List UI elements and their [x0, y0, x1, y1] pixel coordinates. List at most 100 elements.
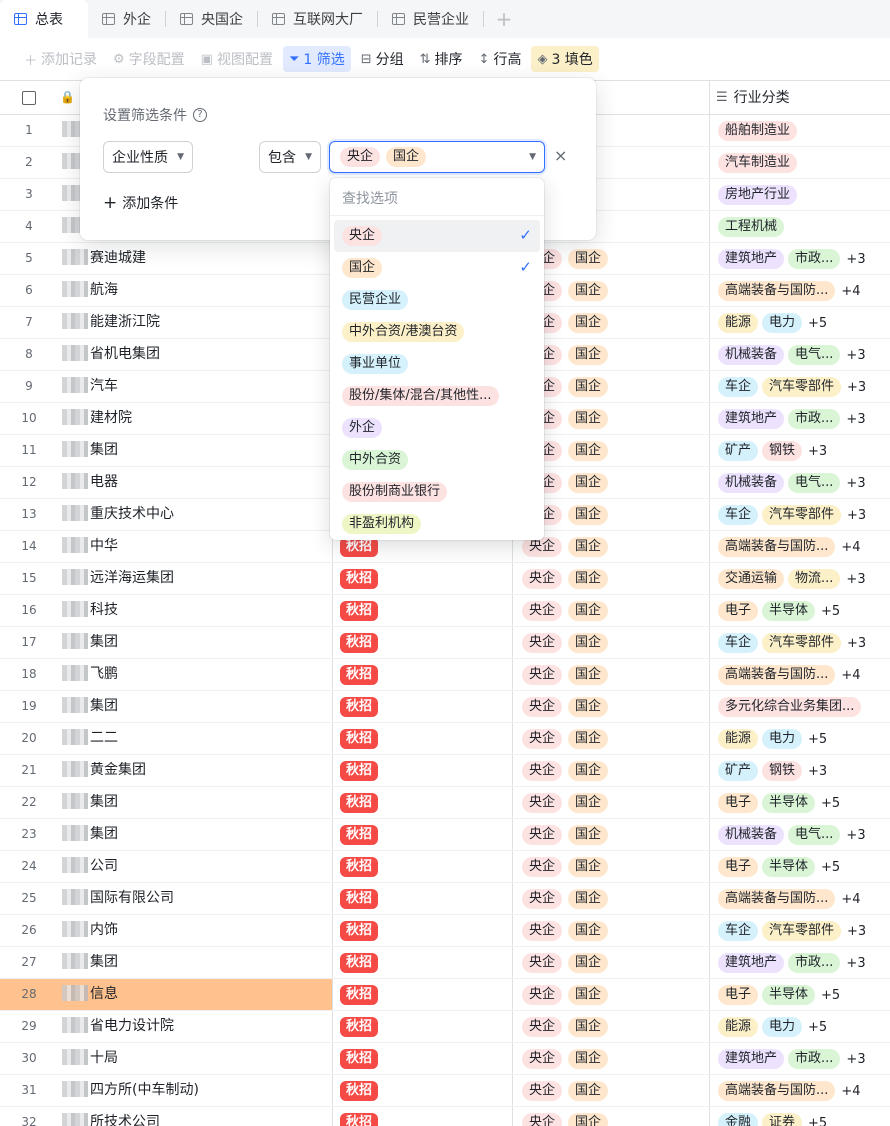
company-name-cell[interactable]: 汽车	[58, 371, 332, 402]
company-name-cell[interactable]: 黄金集团	[58, 755, 332, 786]
add-condition-button[interactable]: + 添加条件	[103, 193, 178, 213]
industry-cell[interactable]: 能源 电力 +5	[718, 313, 827, 333]
company-nature-cell[interactable]: 央企国企	[522, 985, 609, 1005]
company-nature-cell[interactable]: 央企国企	[522, 665, 609, 685]
table-row[interactable]: 24 公司 秋招 央企 国企 电子 半导体 +5	[0, 851, 890, 883]
option-item[interactable]: 非盈利机构	[334, 508, 540, 540]
recruit-status-cell[interactable]: 秋招	[340, 697, 379, 717]
company-nature-cell[interactable]: 央企国企	[522, 633, 609, 653]
company-name-cell[interactable]: 四方所(中车制动)	[58, 1075, 332, 1106]
option-item[interactable]: 民营企业	[334, 284, 540, 316]
recruit-status-cell[interactable]: 秋招	[340, 1017, 379, 1037]
industry-cell[interactable]: 高端装备与国防... +4	[718, 665, 861, 685]
industry-cell[interactable]: 机械装备 电气... +3	[718, 473, 866, 493]
company-nature-cell[interactable]: 央企国企	[522, 697, 609, 717]
field-config-button[interactable]: ⚙ 字段配置	[107, 46, 191, 72]
table-row[interactable]: 23 集团 秋招 央企 国企 机械装备 电气... +3	[0, 819, 890, 851]
industry-cell[interactable]: 电子 半导体 +5	[718, 601, 840, 621]
table-row[interactable]: 16 科技 秋招 央企 国企 电子 半导体 +5	[0, 595, 890, 627]
industry-cell[interactable]: 高端装备与国防... +4	[718, 281, 861, 301]
company-name-cell[interactable]: 远洋海运集团	[58, 563, 332, 594]
table-row[interactable]: 19 集团 秋招 央企 国企 多元化综合业务集团...	[0, 691, 890, 723]
table-row[interactable]: 26 内饰 秋招 央企 国企 车企 汽车零部件 +3	[0, 915, 890, 947]
table-row[interactable]: 28 信息 秋招 央企 国企 电子 半导体 +5	[0, 979, 890, 1011]
company-nature-cell[interactable]: 央企国企	[522, 857, 609, 877]
recruit-status-cell[interactable]: 秋招	[340, 825, 379, 845]
industry-cell[interactable]: 车企 汽车零部件 +3	[718, 505, 866, 525]
industry-cell[interactable]: 机械装备 电气... +3	[718, 825, 866, 845]
tab-internet[interactable]: 互联网大厂	[258, 0, 377, 38]
industry-cell[interactable]: 机械装备 电气... +3	[718, 345, 866, 365]
company-name-cell[interactable]: 中华	[58, 531, 332, 562]
industry-cell[interactable]: 房地产行业	[718, 185, 798, 205]
table-row[interactable]: 21 黄金集团 秋招 央企 国企 矿产 钢铁 +3	[0, 755, 890, 787]
industry-cell[interactable]: 汽车制造业	[718, 153, 798, 173]
recruit-status-cell[interactable]: 秋招	[340, 665, 379, 685]
industry-cell[interactable]: 电子 半导体 +5	[718, 857, 840, 877]
option-search-input[interactable]: 查找选项	[330, 178, 544, 216]
industry-cell[interactable]: 电子 半导体 +5	[718, 793, 840, 813]
remove-condition-icon[interactable]: ×	[554, 146, 567, 165]
add-view-button[interactable]: +	[484, 0, 524, 38]
option-item[interactable]: 股份制商业银行	[334, 476, 540, 508]
industry-cell[interactable]: 车企 汽车零部件 +3	[718, 377, 866, 397]
company-name-cell[interactable]: 公司	[58, 851, 332, 882]
company-name-cell[interactable]: 十局	[58, 1043, 332, 1074]
table-row[interactable]: 15 远洋海运集团 秋招 央企 国企 交通运输 物流... +3	[0, 563, 890, 595]
industry-cell[interactable]: 高端装备与国防... +4	[718, 1081, 861, 1101]
company-name-cell[interactable]: 集团	[58, 819, 332, 850]
company-nature-cell[interactable]: 央企国企	[522, 1081, 609, 1101]
company-nature-cell[interactable]: 央企国企	[522, 1113, 609, 1126]
option-item[interactable]: 央企 ✓	[334, 220, 540, 252]
filter-button[interactable]: ⏷ 1 筛选	[282, 46, 351, 72]
industry-cell[interactable]: 能源 电力 +5	[718, 1017, 827, 1037]
row-height-button[interactable]: ↕ 行高	[473, 46, 528, 72]
recruit-status-cell[interactable]: 秋招	[340, 889, 379, 909]
industry-cell[interactable]: 建筑地产 市政... +3	[718, 1049, 866, 1069]
industry-cell[interactable]: 建筑地产 市政... +3	[718, 409, 866, 429]
company-name-cell[interactable]: 集团	[58, 627, 332, 658]
company-nature-cell[interactable]: 央企国企	[522, 761, 609, 781]
company-nature-cell[interactable]: 央企国企	[522, 793, 609, 813]
table-row[interactable]: 20 二二 秋招 央企 国企 能源 电力 +5	[0, 723, 890, 755]
table-row[interactable]: 31 四方所(中车制动) 秋招 央企 国企 高端装备与国防... +4	[0, 1075, 890, 1107]
recruit-status-cell[interactable]: 秋招	[340, 793, 379, 813]
industry-cell[interactable]: 高端装备与国防... +4	[718, 537, 861, 557]
company-name-cell[interactable]: 内饰	[58, 915, 332, 946]
option-item[interactable]: 国企 ✓	[334, 252, 540, 284]
fill-color-button[interactable]: ◈ 3 填色	[531, 46, 599, 72]
table-row[interactable]: 30 十局 秋招 央企 国企 建筑地产 市政... +3	[0, 1043, 890, 1075]
company-name-cell[interactable]: 省电力设计院	[58, 1011, 332, 1042]
table-row[interactable]: 32 所技术公司 秋招 央企 国企 金融 证券 +5	[0, 1107, 890, 1126]
company-nature-cell[interactable]: 央企国企	[522, 601, 609, 621]
company-name-cell[interactable]: 赛迪城建	[58, 243, 332, 274]
industry-cell[interactable]: 车企 汽车零部件 +3	[718, 921, 866, 941]
industry-cell[interactable]: 矿产 钢铁 +3	[718, 441, 827, 461]
recruit-status-cell[interactable]: 秋招	[340, 729, 379, 749]
company-name-cell[interactable]: 集团	[58, 691, 332, 722]
recruit-status-cell[interactable]: 秋招	[340, 537, 379, 557]
option-item[interactable]: 中外合资/港澳台资	[334, 316, 540, 348]
tab-all[interactable]: 总表	[0, 0, 88, 38]
industry-cell[interactable]: 电子 半导体 +5	[718, 985, 840, 1005]
view-config-button[interactable]: ▣ 视图配置	[195, 46, 279, 72]
tab-private[interactable]: 民营企业	[378, 0, 483, 38]
option-item[interactable]: 事业单位	[334, 348, 540, 380]
filter-field-select[interactable]: 企业性质 ▼	[103, 141, 193, 173]
table-row[interactable]: 27 集团 秋招 央企 国企 建筑地产 市政... +3	[0, 947, 890, 979]
sort-button[interactable]: ⇅ 排序	[414, 46, 469, 72]
company-name-cell[interactable]: 所技术公司	[58, 1107, 332, 1126]
recruit-status-cell[interactable]: 秋招	[340, 921, 379, 941]
industry-cell[interactable]: 工程机械	[718, 217, 785, 237]
add-record-button[interactable]: ＋添加记录	[18, 46, 103, 72]
industry-cell[interactable]: 能源 电力 +5	[718, 729, 827, 749]
company-name-cell[interactable]: 重庆技术中心	[58, 499, 332, 530]
tab-foreign[interactable]: 外企	[88, 0, 165, 38]
company-name-cell[interactable]: 国际有限公司	[58, 883, 332, 914]
company-nature-cell[interactable]: 央企国企	[522, 729, 609, 749]
company-name-cell[interactable]: 集团	[58, 787, 332, 818]
company-nature-cell[interactable]: 央企国企	[522, 921, 609, 941]
company-name-cell[interactable]: 集团	[58, 435, 332, 466]
industry-cell[interactable]: 矿产 钢铁 +3	[718, 761, 827, 781]
option-item[interactable]: 外企	[334, 412, 540, 444]
